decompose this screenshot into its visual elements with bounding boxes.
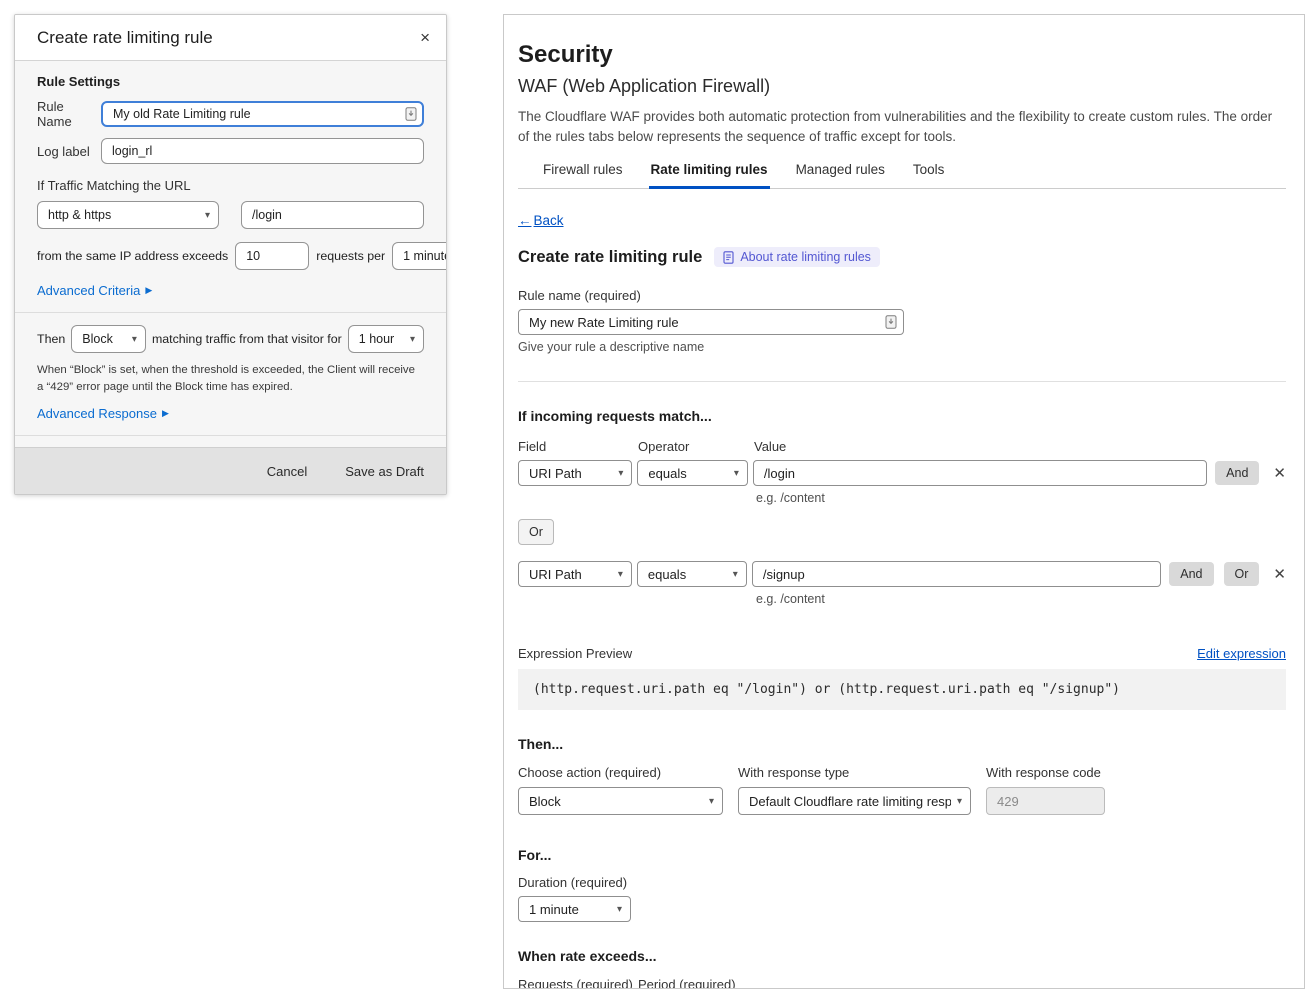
url-pattern-input[interactable] [241,201,424,229]
divider [15,435,446,436]
duration-select[interactable]: 1 minute ▾ [518,896,631,922]
chevron-down-icon: ▾ [410,334,415,345]
scheme-select[interactable]: http & https ▾ [37,201,219,229]
advanced-criteria-link[interactable]: Advanced Criteria ▶ [37,283,152,298]
requests-per-text: requests per [316,249,385,263]
choose-action-label: Choose action (required) [518,765,723,780]
period-select[interactable]: 1 minute ▾ [392,242,447,270]
value-input[interactable] [752,561,1161,587]
and-button[interactable]: And [1215,461,1259,485]
then-label: Then [37,332,65,346]
condition-row: URI Path ▾ equals ▾ And ✕ [518,460,1286,486]
response-type-select[interactable]: Default Cloudflare rate limiting respons… [738,787,971,815]
field-select[interactable]: URI Path ▾ [518,561,632,587]
chevron-down-icon: ▾ [617,904,622,915]
chevron-down-icon: ▾ [733,569,738,580]
chevron-down-icon: ▾ [132,334,137,345]
operator-select[interactable]: equals ▾ [637,460,747,486]
page-description: The Cloudflare WAF provides both automat… [518,107,1286,146]
and-button[interactable]: And [1169,562,1213,586]
page-subtitle: WAF (Web Application Firewall) [518,76,1286,97]
remove-condition-icon[interactable]: ✕ [1273,464,1286,482]
field-select[interactable]: URI Path ▾ [518,460,632,486]
chevron-down-icon: ▾ [618,468,623,479]
edit-expression-link[interactable]: Edit expression [1197,646,1286,661]
match-heading: If incoming requests match... [518,408,1286,424]
traffic-match-label: If Traffic Matching the URL [37,178,424,193]
field-column-label: Field [518,439,638,454]
or-button[interactable]: Or [1224,562,1260,586]
caret-right-icon: ▶ [162,408,169,419]
back-link[interactable]: ← Back [518,213,564,228]
tab-managed-rules[interactable]: Managed rules [794,162,887,189]
divider [15,312,446,313]
chevron-down-icon: ▾ [957,796,962,807]
ban-duration-select[interactable]: 1 hour ▾ [348,325,424,353]
chevron-down-icon: ▾ [205,210,210,221]
tab-tools[interactable]: Tools [911,162,947,189]
then-heading: Then... [518,736,1286,752]
period-label: Period (required) [638,977,736,989]
remove-condition-icon[interactable]: ✕ [1273,565,1286,583]
close-icon[interactable]: × [420,29,430,46]
rate-heading: When rate exceeds... [518,948,1286,964]
duration-label: Duration (required) [518,875,1286,890]
action-select[interactable]: Block ▾ [71,325,146,353]
choose-action-select[interactable]: Block ▾ [518,787,723,815]
value-hint: e.g. /content [756,592,1286,606]
page-title: Security [518,41,1286,69]
back-arrow-icon: ← [518,213,532,228]
rule-name-help: Give your rule a descriptive name [518,340,1286,354]
for-heading: For... [518,847,1286,863]
response-code-input [986,787,1105,815]
dialog-body: Rule Settings Rule Name Log label If Tra… [15,61,446,466]
rule-name-input[interactable] [518,309,904,335]
requests-label: Requests (required) [518,977,638,989]
tab-rate-limiting-rules[interactable]: Rate limiting rules [649,162,770,189]
or-connector-button[interactable]: Or [518,519,554,545]
dialog-header: Create rate limiting rule × [15,15,446,61]
chevron-down-icon: ▾ [709,796,714,807]
divider [518,381,1286,382]
tab-bar: Firewall rules Rate limiting rules Manag… [518,162,1286,189]
expression-preview-label: Expression Preview [518,646,632,661]
chevron-down-icon: ▾ [618,569,623,580]
rule-name-input[interactable] [101,101,424,127]
about-rate-limiting-badge[interactable]: About rate limiting rules [714,247,880,267]
caret-right-icon: ▶ [145,285,152,296]
form-title: Create rate limiting rule [518,248,702,267]
dialog-title: Create rate limiting rule [37,28,420,48]
cancel-button[interactable]: Cancel [267,464,307,479]
create-rate-limit-dialog: Create rate limiting rule × Rule Setting… [14,14,447,495]
requests-threshold-input[interactable] [235,242,309,270]
log-label-input[interactable] [101,138,424,164]
autofill-icon[interactable] [885,315,897,329]
rule-name-label: Rule name (required) [518,288,1286,303]
value-hint: e.g. /content [756,491,1286,505]
advanced-response-link[interactable]: Advanced Response ▶ [37,406,169,421]
save-as-draft-button[interactable]: Save as Draft [345,464,424,479]
operator-column-label: Operator [638,439,754,454]
log-label-label: Log label [37,144,101,159]
block-help-text: When “Block” is set, when the threshold … [37,362,424,396]
exceeds-text: from the same IP address exceeds [37,249,228,263]
operator-select[interactable]: equals ▾ [637,561,747,587]
response-type-label: With response type [738,765,971,780]
response-code-label: With response code [986,765,1105,780]
dialog-footer: Cancel Save as Draft [15,447,446,494]
doc-icon [723,251,734,264]
security-waf-panel: Security WAF (Web Application Firewall) … [503,14,1305,989]
tab-firewall-rules[interactable]: Firewall rules [541,162,625,189]
value-column-label: Value [754,439,786,454]
rule-name-label: Rule Name [37,99,101,129]
value-input[interactable] [753,460,1207,486]
chevron-down-icon: ▾ [734,468,739,479]
rule-settings-heading: Rule Settings [37,74,424,89]
autofill-icon[interactable] [405,107,417,121]
matching-text: matching traffic from that visitor for [152,332,342,346]
expression-code: (http.request.uri.path eq "/login") or (… [518,669,1286,710]
condition-row: URI Path ▾ equals ▾ And Or ✕ [518,561,1286,587]
